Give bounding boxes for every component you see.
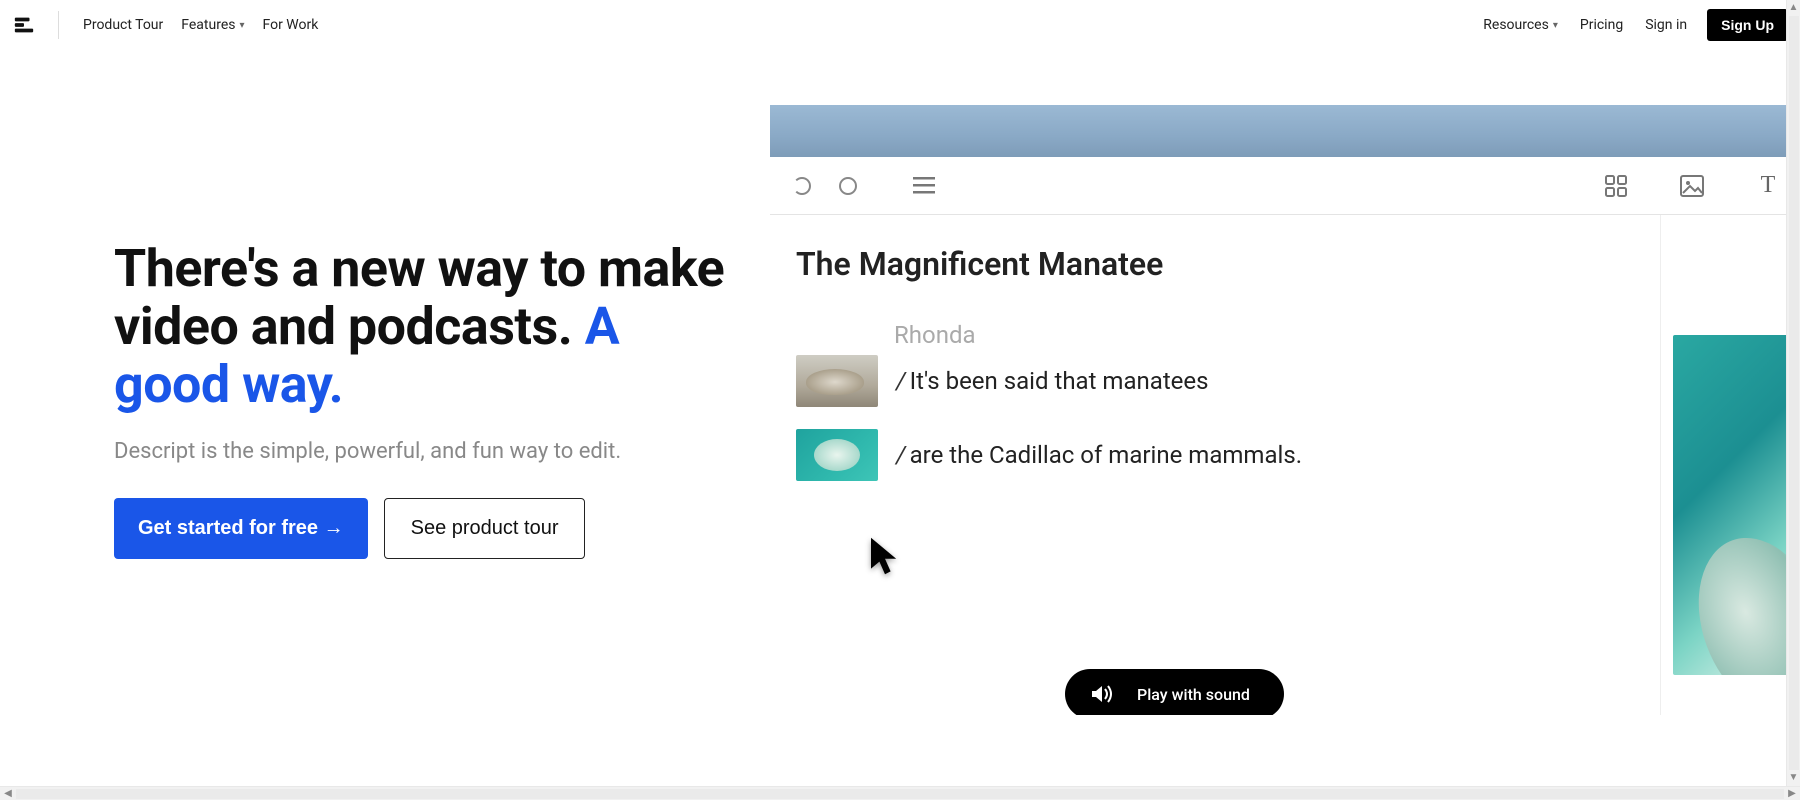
scroll-track[interactable] [1789,16,1799,770]
top-nav: Product Tour Features ▾ For Work Resourc… [0,0,1800,50]
clip-thumbnail[interactable] [796,355,878,407]
demo-panel: T The Magnificent Manatee Rhonda /It's b… [770,105,1800,715]
transcript-line[interactable]: /are the Cadillac of marine mammals. [796,429,1634,481]
product-tour-button[interactable]: See product tour [384,498,586,559]
nav-pricing-label: Pricing [1580,17,1623,33]
nav-resources-label: Resources [1483,17,1549,33]
nav-features-label: Features [181,17,235,33]
hero-section: There's a new way to make video and podc… [0,50,770,800]
transcript-line[interactable]: /It's been said that manatees [796,355,1634,407]
transcript-words: It's been said that manatees [910,367,1209,395]
speaker-label: Rhonda [894,321,1634,349]
nav-for-work[interactable]: For Work [261,13,321,37]
text-icon[interactable]: T [1754,172,1782,200]
transcript-words: are the Cadillac of marine mammals. [910,441,1302,469]
document-area: The Magnificent Manatee Rhonda /It's bee… [770,215,1660,715]
scroll-up-icon[interactable]: ▲ [1789,0,1799,16]
nav-features[interactable]: Features ▾ [179,13,246,37]
nav-resources[interactable]: Resources ▾ [1481,13,1560,37]
horizontal-scrollbar[interactable]: ◀ ▶ [0,786,1800,800]
demo-header-image [770,105,1800,157]
brand-logo-icon[interactable] [12,13,36,37]
grid-icon[interactable] [1602,172,1630,200]
nav-sign-in-label: Sign in [1645,17,1687,33]
cta-row: Get started for free → See product tour [114,498,730,559]
menu-icon[interactable] [910,172,938,200]
sign-up-button[interactable]: Sign Up [1707,9,1788,41]
play-label: Play with sound [1137,685,1250,704]
main: There's a new way to make video and podc… [0,50,1800,800]
record-icon[interactable] [834,172,862,200]
nav-divider [58,11,59,39]
nav-right: Resources ▾ Pricing Sign in Sign Up [1481,9,1788,41]
image-icon[interactable] [1678,172,1706,200]
play-with-sound-button[interactable]: Play with sound [1065,669,1284,715]
hero-headline-text: There's a new way to make video and podc… [114,238,724,357]
right-rail [1660,215,1800,715]
hero-subhead: Descript is the simple, powerful, and fu… [114,439,730,464]
chevron-down-icon: ▾ [239,20,244,31]
transcript-text[interactable]: /are the Cadillac of marine mammals. [896,441,1302,469]
hero-headline: There's a new way to make video and podc… [114,240,730,415]
nav-product-tour[interactable]: Product Tour [81,13,165,37]
nav-pricing[interactable]: Pricing [1578,13,1625,37]
sound-icon [1089,683,1113,705]
scroll-right-icon[interactable]: ▶ [1784,788,1800,799]
nav-sign-in[interactable]: Sign in [1643,13,1689,37]
chevron-down-icon: ▾ [1553,20,1558,31]
nav-for-work-label: For Work [263,17,319,33]
demo-toolbar: T [770,157,1800,215]
scroll-track[interactable] [16,789,1784,799]
nav-left: Product Tour Features ▾ For Work [12,11,320,39]
vertical-scrollbar[interactable]: ▲ ▼ [1786,0,1800,786]
slash-marker: / [896,441,906,469]
demo-body: The Magnificent Manatee Rhonda /It's bee… [770,215,1800,715]
scroll-down-icon[interactable]: ▼ [1789,770,1799,786]
document-title: The Magnificent Manatee [796,245,1634,283]
nav-product-tour-label: Product Tour [83,17,163,33]
transcript-text[interactable]: /It's been said that manatees [896,367,1209,395]
preview-thumbnail[interactable] [1673,335,1793,675]
clip-thumbnail[interactable] [796,429,878,481]
scroll-left-icon[interactable]: ◀ [0,788,16,799]
undo-icon[interactable] [788,172,816,200]
slash-marker: / [896,367,906,395]
cursor-pointer-icon [868,535,902,581]
get-started-button[interactable]: Get started for free → [114,498,368,559]
